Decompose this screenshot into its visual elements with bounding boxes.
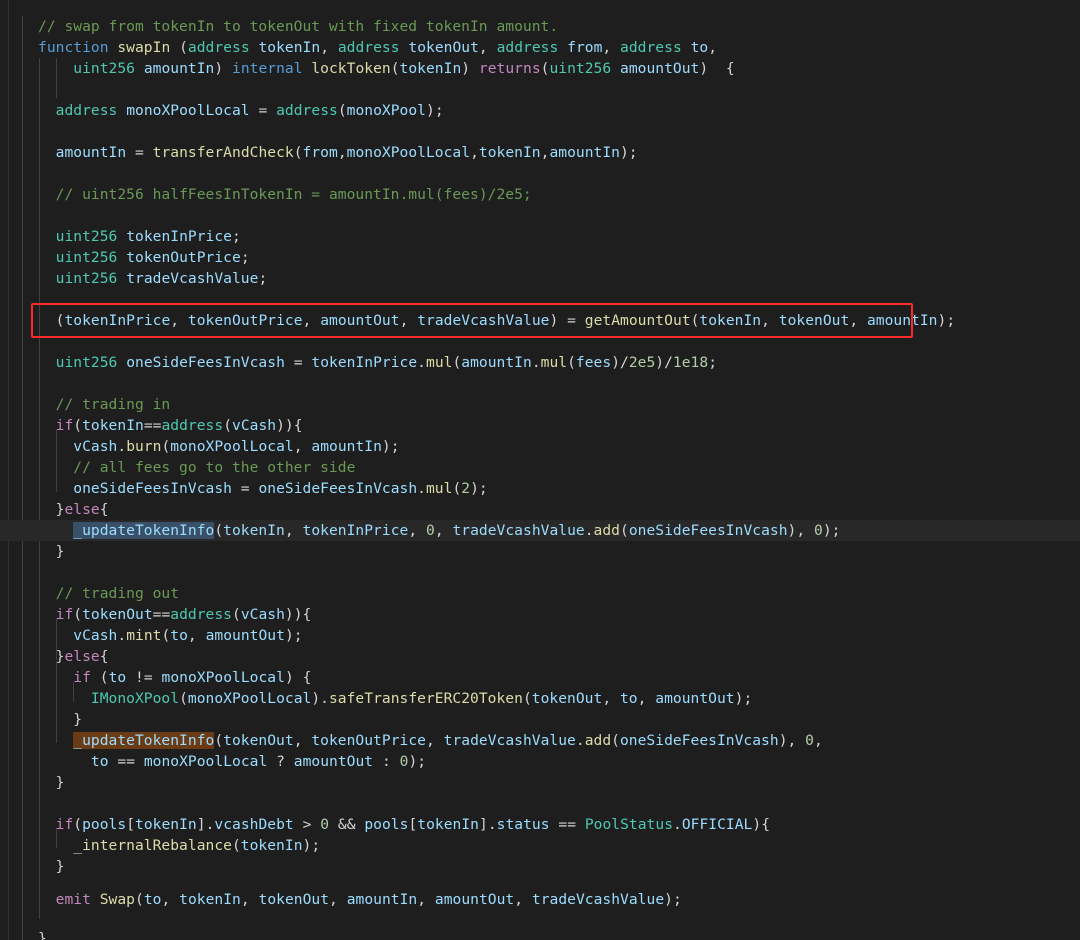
code-line[interactable]: } (0, 928, 1080, 940)
code-line[interactable] (0, 79, 1080, 100)
code-line[interactable]: uint256 tokenOutPrice; (0, 247, 1080, 268)
code-line[interactable]: // all fees go to the other side (0, 457, 1080, 478)
code-line[interactable]: to == monoXPoolLocal ? amountOut : 0); (0, 751, 1080, 772)
code-line[interactable]: } (0, 772, 1080, 793)
code-line[interactable]: uint256 amountIn) internal lockToken(tok… (0, 58, 1080, 79)
code-line-active[interactable]: _updateTokenInfo(tokenIn, tokenInPrice, … (0, 520, 1080, 541)
code-line[interactable]: oneSideFeesInVcash = oneSideFeesInVcash.… (0, 478, 1080, 499)
code-line[interactable]: amountIn = transferAndCheck(from,monoXPo… (0, 142, 1080, 163)
code-line[interactable]: // uint256 halfFeesInTokenIn = amountIn.… (0, 184, 1080, 205)
code-line[interactable]: emit Swap(to, tokenIn, tokenOut, amountI… (0, 889, 1080, 910)
code-line[interactable] (0, 163, 1080, 184)
code-line[interactable] (0, 373, 1080, 394)
code-line[interactable] (0, 331, 1080, 352)
code-line[interactable]: uint256 tokenInPrice; (0, 226, 1080, 247)
code-line[interactable] (0, 121, 1080, 142)
code-line[interactable] (0, 205, 1080, 226)
code-line[interactable]: } (0, 709, 1080, 730)
code-line[interactable]: _internalRebalance(tokenIn); (0, 835, 1080, 856)
code-line[interactable]: vCash.burn(monoXPoolLocal, amountIn); (0, 436, 1080, 457)
code-line[interactable]: uint256 tradeVcashValue; (0, 268, 1080, 289)
code-line[interactable] (0, 562, 1080, 583)
code-line[interactable]: }else{ (0, 499, 1080, 520)
code-line[interactable]: if (to != monoXPoolLocal) { (0, 667, 1080, 688)
selected-token[interactable]: _updateTokenInfo (73, 522, 215, 539)
code-line[interactable] (0, 793, 1080, 814)
code-line[interactable]: function swapIn (address tokenIn, addres… (0, 37, 1080, 58)
code-line[interactable]: // trading in (0, 394, 1080, 415)
code-line[interactable]: IMonoXPool(monoXPoolLocal).safeTransferE… (0, 688, 1080, 709)
code-editor-viewport[interactable]: // swap from tokenIn to tokenOut with fi… (0, 0, 1080, 940)
code-line[interactable]: // swap from tokenIn to tokenOut with fi… (0, 16, 1080, 37)
code-line[interactable]: if(tokenIn==address(vCash)){ (0, 415, 1080, 436)
code-line[interactable]: if(pools[tokenIn].vcashDebt > 0 && pools… (0, 814, 1080, 835)
code-lines-container[interactable]: // swap from tokenIn to tokenOut with fi… (0, 0, 1080, 940)
code-line[interactable]: if(tokenOut==address(vCash)){ (0, 604, 1080, 625)
code-line[interactable]: } (0, 541, 1080, 562)
code-line[interactable]: // trading out (0, 583, 1080, 604)
code-line[interactable]: uint256 oneSideFeesInVcash = tokenInPric… (0, 352, 1080, 373)
code-line[interactable]: _updateTokenInfo(tokenOut, tokenOutPrice… (0, 730, 1080, 751)
code-line[interactable]: vCash.mint(to, amountOut); (0, 625, 1080, 646)
code-line[interactable]: } (0, 856, 1080, 877)
code-line[interactable]: }else{ (0, 646, 1080, 667)
comment-token: // swap from tokenIn to tokenOut with fi… (38, 18, 559, 35)
occurrence-token[interactable]: _updateTokenInfo (73, 732, 215, 749)
code-line[interactable]: (tokenInPrice, tokenOutPrice, amountOut,… (0, 310, 1080, 331)
code-line[interactable]: address monoXPoolLocal = address(monoXPo… (0, 100, 1080, 121)
